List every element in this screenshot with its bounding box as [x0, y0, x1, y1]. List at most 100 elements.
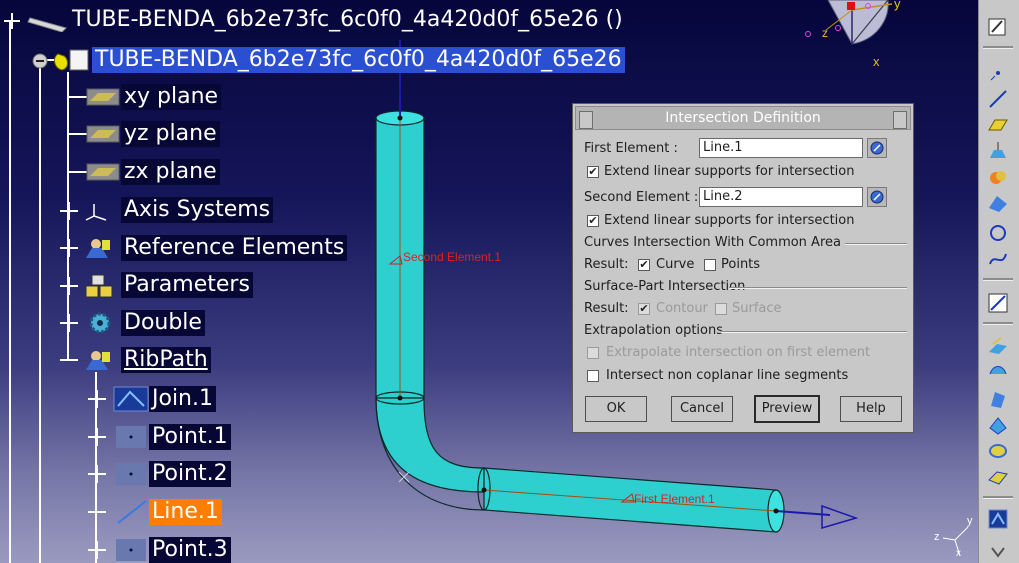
dialog-titlebar[interactable]: Intersection Definition: [575, 106, 911, 130]
selection-icon: [870, 190, 884, 204]
line-tool-icon[interactable]: [987, 88, 1009, 110]
tree-item-double[interactable]: Double: [121, 310, 205, 336]
offset-tool-icon[interactable]: [987, 192, 1009, 214]
point-icon: [88, 463, 146, 485]
tree-item-point-2[interactable]: Point.2: [149, 461, 231, 487]
join-icon: [88, 386, 149, 412]
tree-part-label[interactable]: TUBE-BENDA_6b2e73fc_6c0f0_4a420d0f_65e26: [92, 47, 625, 73]
toolbar-divider: [983, 46, 1013, 49]
toolbar-divider: [983, 496, 1013, 499]
first-element-picker-button[interactable]: [867, 138, 887, 158]
cancel-button[interactable]: Cancel: [671, 396, 733, 422]
toolbar-overflow-icon[interactable]: [987, 540, 1009, 562]
surface-label: Surface: [732, 301, 782, 316]
reference-elements-icon: [60, 239, 110, 258]
intersection-tool-icon[interactable]: [987, 166, 1009, 188]
compass-y-label: y: [894, 0, 901, 11]
tree-item-point-1[interactable]: Point.1: [149, 424, 231, 450]
surface-checkbox[interactable]: [715, 303, 727, 315]
curve-label: Curve: [656, 257, 695, 272]
curves-result-label: Result:: [584, 257, 629, 272]
geometrical-set-icon: [60, 351, 110, 370]
plane-icon: [86, 125, 120, 143]
axis-system-icon: [60, 202, 107, 221]
loft-tool-icon[interactable]: [987, 440, 1009, 462]
circle-tool-icon[interactable]: [987, 222, 1009, 244]
tree-item-xy-plane[interactable]: xy plane: [121, 84, 222, 110]
dialog-title: Intersection Definition: [665, 110, 821, 126]
section-divider: [729, 287, 907, 289]
second-element-field[interactable]: Line.2: [699, 187, 863, 207]
extend-linear-supports-checkbox-1[interactable]: ✔: [587, 166, 599, 178]
product-root-icon: [4, 13, 67, 32]
projection-tool-icon[interactable]: [987, 140, 1009, 162]
second-element-label: Second Element :: [584, 190, 699, 205]
direction-arrow-icon: [821, 504, 859, 530]
first-element-annotation: First Element.1: [634, 492, 715, 506]
spline-tool-icon[interactable]: [987, 248, 1009, 270]
ok-button[interactable]: OK: [585, 396, 647, 422]
points-label: Points: [721, 257, 761, 272]
tree-item-ribpath[interactable]: RibPath: [121, 347, 211, 373]
preview-button[interactable]: Preview: [754, 395, 820, 423]
help-button[interactable]: Help: [840, 396, 902, 422]
point-icon: [88, 426, 146, 448]
tree-item-line-1[interactable]: Line.1: [149, 499, 222, 525]
tree-item-parameters[interactable]: Parameters: [121, 272, 253, 298]
sketch-icon[interactable]: [987, 16, 1009, 38]
fill-tool-icon[interactable]: [987, 414, 1009, 436]
second-element-picker-button[interactable]: [867, 187, 887, 207]
compass-icon[interactable]: [805, 0, 893, 45]
extend-linear-supports-label-1: Extend linear supports for intersection: [604, 164, 855, 179]
extend-linear-supports-label-2: Extend linear supports for intersection: [604, 213, 855, 228]
extrude-tool-icon[interactable]: [987, 336, 1009, 358]
join-tool-icon[interactable]: [987, 508, 1009, 530]
analysis-tool-icon[interactable]: [987, 292, 1009, 314]
extrapolate-intersection-checkbox[interactable]: [587, 347, 599, 359]
curve-checkbox[interactable]: ✔: [638, 259, 650, 271]
line-icon: [88, 500, 147, 524]
first-element-label: First Element :: [584, 141, 678, 156]
triad-y-label: y: [967, 515, 973, 527]
contour-label: Contour: [656, 301, 708, 316]
window-close-button[interactable]: [893, 111, 907, 129]
extrapolation-options-section-title: Extrapolation options: [584, 323, 724, 338]
intersect-non-coplanar-checkbox[interactable]: [587, 370, 599, 382]
points-checkbox[interactable]: [704, 259, 716, 271]
blend-tool-icon[interactable]: [987, 466, 1009, 488]
tree-item-yz-plane[interactable]: yz plane: [121, 121, 220, 147]
first-element-field[interactable]: Line.1: [699, 138, 863, 158]
tree-item-reference-elements[interactable]: Reference Elements: [121, 235, 348, 261]
part-icon: [32, 49, 89, 71]
extrapolate-intersection-label: Extrapolate intersection on first elemen…: [606, 345, 871, 360]
revolve-tool-icon[interactable]: [987, 362, 1009, 384]
gear-icon: [60, 312, 111, 334]
intersect-non-coplanar-label: Intersect non coplanar line segments: [606, 368, 849, 383]
triad-z-label: z: [934, 531, 940, 543]
triad-x-label: x: [956, 548, 961, 559]
curves-intersection-section-title: Curves Intersection With Common Area: [584, 235, 841, 250]
tree-item-zx-plane[interactable]: zx plane: [121, 159, 220, 185]
compass-z-label: z: [822, 26, 828, 40]
surface-result-label: Result:: [584, 301, 629, 316]
tree-root-label[interactable]: TUBE-BENDA_6b2e73fc_6c0f0_4a420d0f_65e26…: [72, 7, 623, 33]
second-element-annotation: Second Element.1: [403, 250, 502, 264]
contour-checkbox[interactable]: ✔: [638, 303, 650, 315]
plane-tool-icon[interactable]: [987, 114, 1009, 136]
extend-linear-supports-checkbox-2[interactable]: ✔: [587, 215, 599, 227]
section-divider: [845, 243, 907, 245]
point-icon: [88, 539, 146, 561]
tree-item-point-3[interactable]: Point.3: [149, 537, 231, 563]
parameters-icon: [60, 274, 113, 298]
tree-item-join-1[interactable]: Join.1: [149, 386, 216, 412]
section-divider: [721, 331, 907, 333]
plane-icon: [86, 163, 120, 181]
tree-item-axis-systems[interactable]: Axis Systems: [121, 197, 274, 223]
right-toolbar: [978, 0, 1019, 563]
toolbar-divider: [983, 278, 1013, 281]
window-menu-button[interactable]: [579, 111, 593, 129]
point-tool-icon[interactable]: [987, 62, 1009, 84]
surface-part-intersection-section-title: Surface-Part Intersection: [584, 279, 746, 294]
selection-icon: [870, 141, 884, 155]
sweep-tool-icon[interactable]: [987, 388, 1009, 410]
